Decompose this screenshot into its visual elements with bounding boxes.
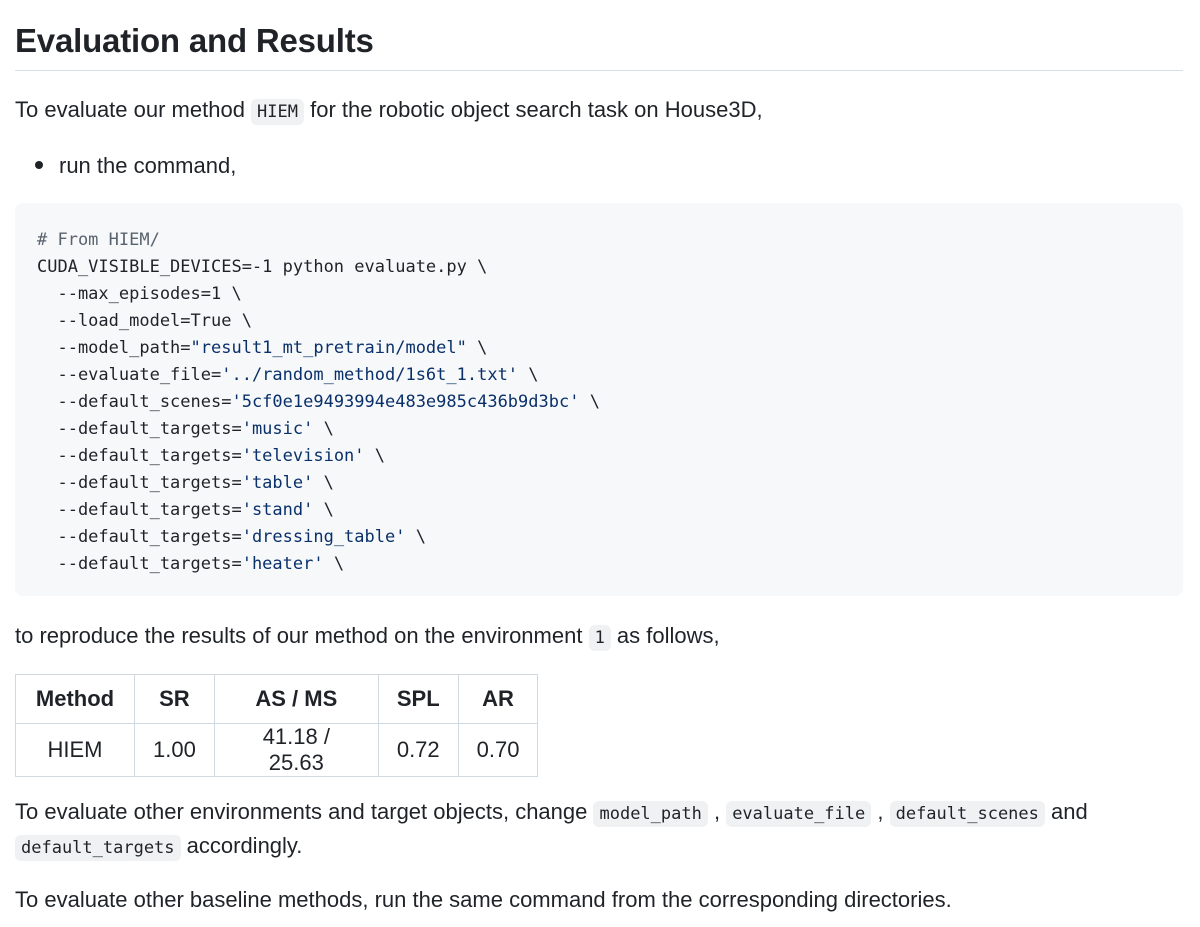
code-line: --default_scenes='5cf0e1e9493994e483e985… <box>37 392 600 412</box>
code-string: '../random_method/1s6t_1.txt' <box>221 365 519 385</box>
table-row: HIEM 1.00 41.18 / 25.63 0.72 0.70 <box>15 723 539 777</box>
code-text: CUDA_VISIBLE_DEVICES=-1 python evaluate.… <box>37 257 488 277</box>
baselines-paragraph: To evaluate other baseline methods, run … <box>15 887 952 912</box>
header-ar: AR <box>457 674 539 724</box>
code-text: --default_targets= <box>37 473 242 493</box>
heading-divider <box>15 70 1183 71</box>
code-text: --model_path= <box>37 338 191 358</box>
code-text: \ <box>466 338 488 358</box>
code-line: --load_model=True \ <box>37 311 252 331</box>
results-table: Method SR AS / MS SPL AR HIEM 1.00 41.18… <box>15 674 539 777</box>
reproduce-text-after: as follows, <box>610 623 720 648</box>
code-line: --default_targets='table' \ <box>37 473 334 493</box>
separator-text: , <box>871 799 890 824</box>
code-text: \ <box>323 554 345 574</box>
code-text: \ <box>579 392 600 412</box>
reproduce-paragraph: to reproduce the results of our method o… <box>15 620 720 654</box>
code-line: --default_targets='music' \ <box>37 419 334 439</box>
other-envs-paragraph: To evaluate other environments and targe… <box>15 796 1183 864</box>
intro-paragraph: To evaluate our method HIEM for the robo… <box>15 94 763 128</box>
header-spl: SPL <box>377 674 459 724</box>
method-inline-code: HIEM <box>251 99 304 125</box>
code-text: --default_targets= <box>37 446 242 466</box>
section-heading: Evaluation and Results <box>15 22 374 59</box>
code-comment: # From HIEM/ <box>37 230 160 250</box>
code-string: 'dressing_table' <box>241 527 406 547</box>
code-line: --max_episodes=1 \ <box>37 284 242 304</box>
code-text: --max_episodes=1 \ <box>37 284 242 304</box>
code-string: 'table' <box>241 473 314 493</box>
reproduce-text-before: to reproduce the results of our method o… <box>15 623 589 648</box>
list-item: run the command, <box>35 150 236 182</box>
cell-as-ms: 41.18 / 25.63 <box>213 723 379 777</box>
evaluate-file-inline-code: evaluate_file <box>726 801 872 827</box>
code-text: --load_model=True \ <box>37 311 252 331</box>
code-line: # From HIEM/ <box>37 230 160 250</box>
code-string: 'television' <box>241 446 365 466</box>
code-line: --default_targets='stand' \ <box>37 500 334 520</box>
model-path-inline-code: model_path <box>593 801 708 827</box>
code-text: --evaluate_file= <box>37 365 222 385</box>
code-string: 'music' <box>241 419 314 439</box>
cell-method: HIEM <box>15 723 135 777</box>
code-text: \ <box>313 419 334 439</box>
code-text: --default_targets= <box>37 419 242 439</box>
code-line: --default_targets='heater' \ <box>37 554 344 574</box>
cell-sr: 1.00 <box>134 723 215 777</box>
bullet-dot-icon <box>35 161 43 170</box>
code-text: \ <box>405 527 426 547</box>
code-text: --default_scenes= <box>37 392 232 412</box>
code-string: '5cf0e1e9493994e483e985c436b9d3bc' <box>231 392 580 412</box>
table-header-row: Method SR AS / MS SPL AR <box>15 674 539 724</box>
code-line: --default_targets='dressing_table' \ <box>37 527 426 547</box>
code-text: \ <box>313 500 334 520</box>
code-line: --evaluate_file='../random_method/1s6t_1… <box>37 365 539 385</box>
other-envs-text: To evaluate other environments and targe… <box>15 799 594 824</box>
default-scenes-inline-code: default_scenes <box>889 801 1045 827</box>
cell-ar: 0.70 <box>457 723 539 777</box>
code-line: --model_path="result1_mt_pretrain/model"… <box>37 338 487 358</box>
code-content[interactable]: # From HIEM/ CUDA_VISIBLE_DEVICES=-1 pyt… <box>37 227 600 578</box>
default-targets-inline-code: default_targets <box>15 835 181 861</box>
code-text: \ <box>364 446 386 466</box>
code-line: --default_targets='television' \ <box>37 446 385 466</box>
header-sr: SR <box>134 674 215 724</box>
code-string: "result1_mt_pretrain/model" <box>190 338 467 358</box>
code-string: 'heater' <box>241 554 324 574</box>
code-block[interactable]: # From HIEM/ CUDA_VISIBLE_DEVICES=-1 pyt… <box>15 203 1183 596</box>
bullet-text: run the command, <box>59 153 237 178</box>
code-text: --default_targets= <box>37 527 242 547</box>
intro-text-after: for the robotic object search task on Ho… <box>304 97 763 122</box>
separator-text: , <box>707 799 727 824</box>
code-text: \ <box>313 473 334 493</box>
code-line: CUDA_VISIBLE_DEVICES=-1 python evaluate.… <box>37 257 487 277</box>
cell-spl: 0.72 <box>377 723 459 777</box>
code-text: --default_targets= <box>37 500 242 520</box>
header-as-ms: AS / MS <box>213 674 379 724</box>
intro-text-before: To evaluate our method <box>15 97 252 122</box>
code-text: --default_targets= <box>37 554 242 574</box>
accordingly-text: accordingly. <box>180 833 303 858</box>
env-inline-code: 1 <box>588 625 611 651</box>
code-string: 'stand' <box>241 500 314 520</box>
code-text: \ <box>518 365 539 385</box>
header-method: Method <box>15 674 135 724</box>
and-text: and <box>1044 799 1088 824</box>
